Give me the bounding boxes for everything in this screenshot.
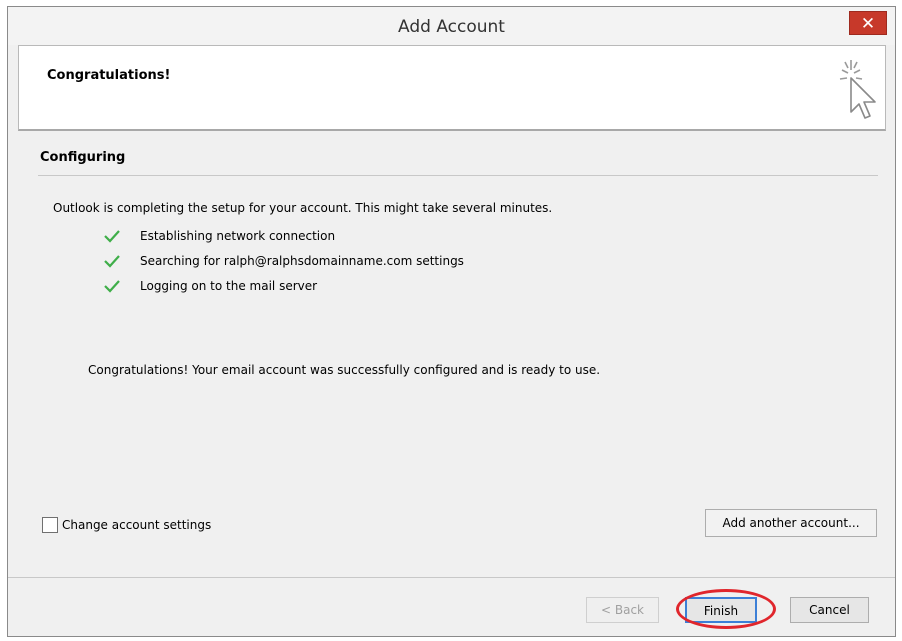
header-title: Congratulations! [47,68,171,83]
header-panel: Congratulations! [18,45,886,131]
section-divider [38,175,878,176]
add-another-account-button[interactable]: Add another account... [705,509,877,537]
add-account-dialog: Add Account ✕ Congratulations! Configuri… [7,6,896,637]
progress-steps: Establishing network connection Searchin… [103,223,464,298]
progress-intro: Outlook is completing the setup for your… [53,201,553,215]
success-message: Congratulations! Your email account was … [88,363,601,377]
change-settings-checkbox[interactable] [42,517,58,533]
close-button[interactable]: ✕ [849,11,887,35]
checkmark-icon [104,229,120,243]
checkmark-icon [104,254,120,268]
title-bar: Add Account ✕ [8,7,895,45]
progress-step: Establishing network connection [103,223,464,248]
finish-button[interactable]: Finish [685,597,757,623]
cancel-button[interactable]: Cancel [790,597,869,623]
progress-step: Searching for ralph@ralphsdomainname.com… [103,248,464,273]
checkmark-icon [104,279,120,293]
window-title: Add Account [398,17,505,37]
cursor-sparkle-icon [839,60,876,119]
section-heading: Configuring [40,150,126,165]
progress-step: Logging on to the mail server [103,273,464,298]
back-button[interactable]: < Back [586,597,659,623]
footer-divider [8,577,895,578]
change-settings-label[interactable]: Change account settings [62,518,211,532]
progress-step-label: Logging on to the mail server [140,278,318,293]
progress-step-label: Establishing network connection [140,228,336,243]
progress-step-label: Searching for ralph@ralphsdomainname.com… [140,253,464,268]
change-settings-option[interactable]: Change account settings [42,517,211,533]
